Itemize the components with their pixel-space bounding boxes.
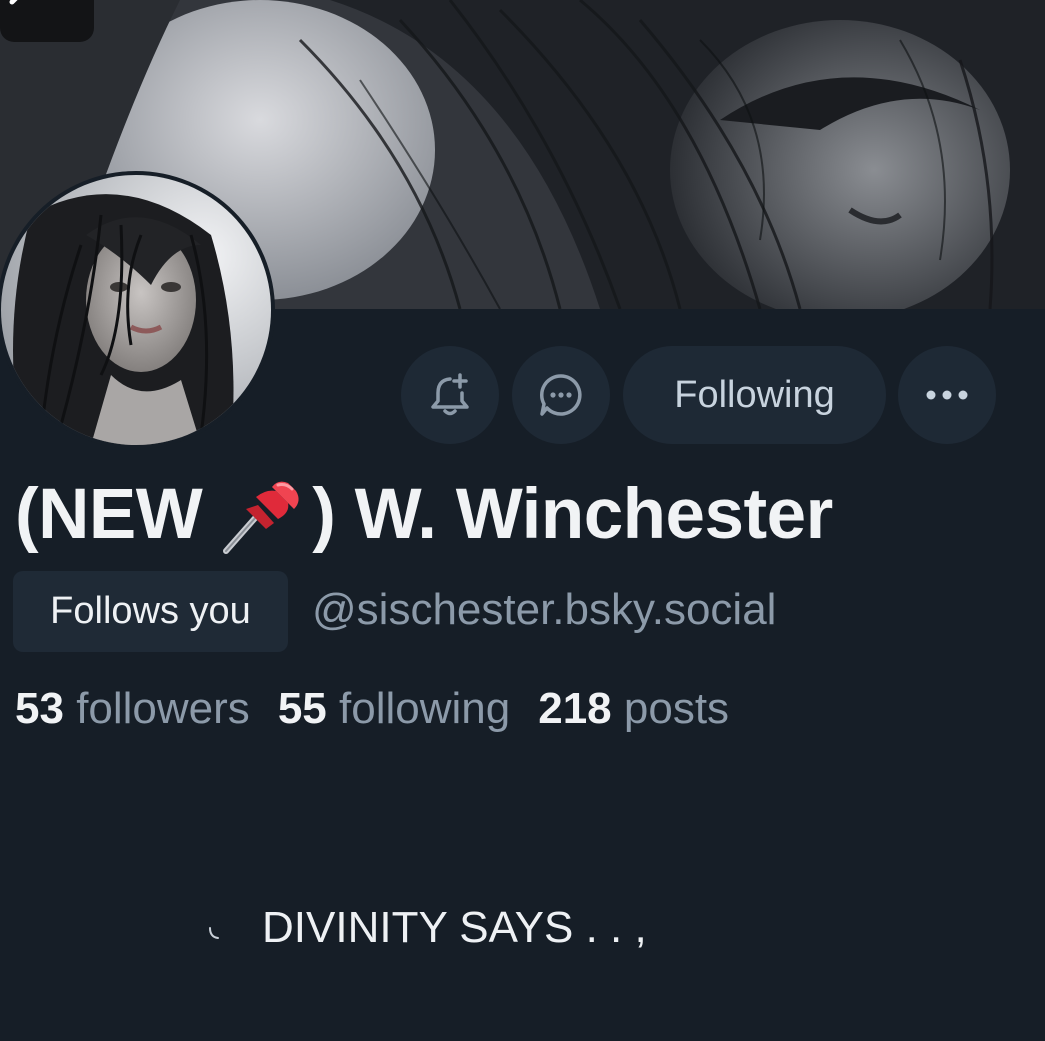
- back-button[interactable]: [0, 0, 94, 42]
- chevron-left-icon: [9, 0, 18, 5]
- followers-count: 53: [15, 684, 64, 733]
- chat-bubble-icon: [540, 374, 582, 416]
- pushpin-icon: [223, 481, 299, 554]
- display-name-prefix: (NEW: [15, 475, 203, 554]
- followers-label: followers: [76, 684, 250, 733]
- display-name-suffix: ) W. Winchester: [312, 475, 833, 554]
- ellipsis-icon: [926, 390, 968, 400]
- profile-bio: DIVINITY SAYS . . ,: [262, 903, 647, 952]
- followers-stat[interactable]: 53 followers: [15, 684, 250, 734]
- follows-you-badge: Follows you: [13, 571, 288, 652]
- profile-stats: 53 followers 55 following 218 posts: [15, 684, 757, 734]
- posts-stat: 218 posts: [538, 684, 729, 734]
- posts-count: 218: [538, 684, 612, 733]
- following-label: following: [339, 684, 511, 733]
- following-stat[interactable]: 55 following: [278, 684, 510, 734]
- avatar-photo: [1, 175, 271, 445]
- avatar[interactable]: [0, 171, 275, 449]
- bio-decoration-mark: [209, 927, 219, 939]
- subscribe-notifications-button[interactable]: [401, 346, 499, 444]
- following-count: 55: [277, 684, 327, 733]
- following-button[interactable]: Following: [623, 346, 886, 444]
- display-name: (NEW ) W. Winchester: [15, 474, 833, 555]
- bell-plus-icon: [431, 373, 469, 416]
- posts-label: posts: [623, 684, 730, 733]
- profile-screen: Following (NEW ) W. Winchester Follows y…: [0, 0, 1045, 1041]
- more-options-button[interactable]: [898, 346, 996, 444]
- message-button[interactable]: [512, 346, 610, 444]
- profile-handle: @sischester.bsky.social: [312, 585, 777, 634]
